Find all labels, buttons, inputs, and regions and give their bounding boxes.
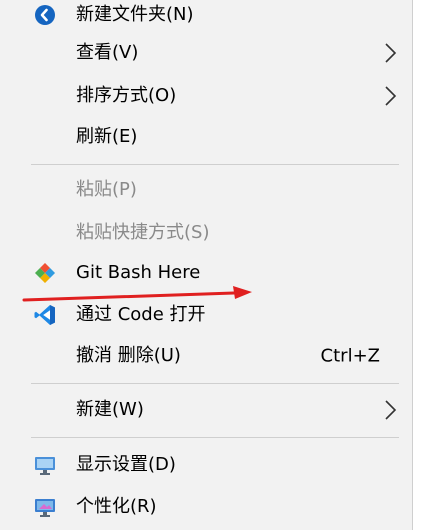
menu-item-label: 排序方式(O): [76, 85, 177, 106]
menu-item-display-settings[interactable]: 显示设置(D): [0, 447, 412, 483]
menu-item-personalize[interactable]: 个性化(R): [0, 489, 412, 525]
menu-item-label: 显示设置(D): [76, 454, 176, 475]
menu-item-label: 刷新(E): [76, 126, 138, 147]
menu-item-new[interactable]: 新建(W): [0, 392, 412, 428]
menu-item-label: 新建文件夹(N): [76, 4, 194, 25]
chevron-right-icon: [381, 85, 399, 107]
chevron-right-icon: [381, 399, 399, 421]
menu-item-label: Git Bash Here: [76, 262, 201, 283]
menu-item-label: 新建(W): [76, 399, 144, 420]
menu-item-label: 粘贴快捷方式(S): [76, 222, 210, 243]
vscode-icon: [33, 303, 57, 327]
context-menu: 新建文件夹(N) 查看(V) 排序方式(O) 刷新(E) 粘贴(P) 粘贴快捷方…: [0, 0, 413, 530]
shortcut-hint: Ctrl+Z: [320, 345, 380, 367]
menu-item-label: 粘贴(P): [76, 179, 137, 200]
menu-item-refresh[interactable]: 刷新(E): [0, 119, 412, 155]
git-icon: [33, 261, 57, 285]
chevron-right-icon: [381, 42, 399, 64]
menu-item-label: 通过 Code 打开: [76, 304, 206, 325]
menu-item-new-folder[interactable]: 新建文件夹(N): [0, 0, 412, 33]
menu-separator: [31, 383, 399, 384]
display-settings-icon: [33, 453, 57, 477]
menu-item-sort-by[interactable]: 排序方式(O): [0, 78, 412, 114]
personalize-icon: [33, 495, 57, 519]
menu-item-paste-shortcut: 粘贴快捷方式(S): [0, 215, 412, 251]
menu-separator: [31, 437, 399, 438]
menu-item-undo-delete[interactable]: 撤消 删除(U) Ctrl+Z: [0, 338, 412, 374]
annotation-arrow-icon: [22, 286, 252, 302]
menu-item-view[interactable]: 查看(V): [0, 35, 412, 71]
menu-item-label: 撤消 删除(U): [76, 345, 181, 366]
menu-item-paste: 粘贴(P): [0, 172, 412, 208]
menu-item-label: 查看(V): [76, 42, 139, 63]
menu-separator: [31, 164, 399, 165]
menu-item-label: 个性化(R): [76, 496, 157, 517]
new-folder-icon: [33, 3, 57, 27]
